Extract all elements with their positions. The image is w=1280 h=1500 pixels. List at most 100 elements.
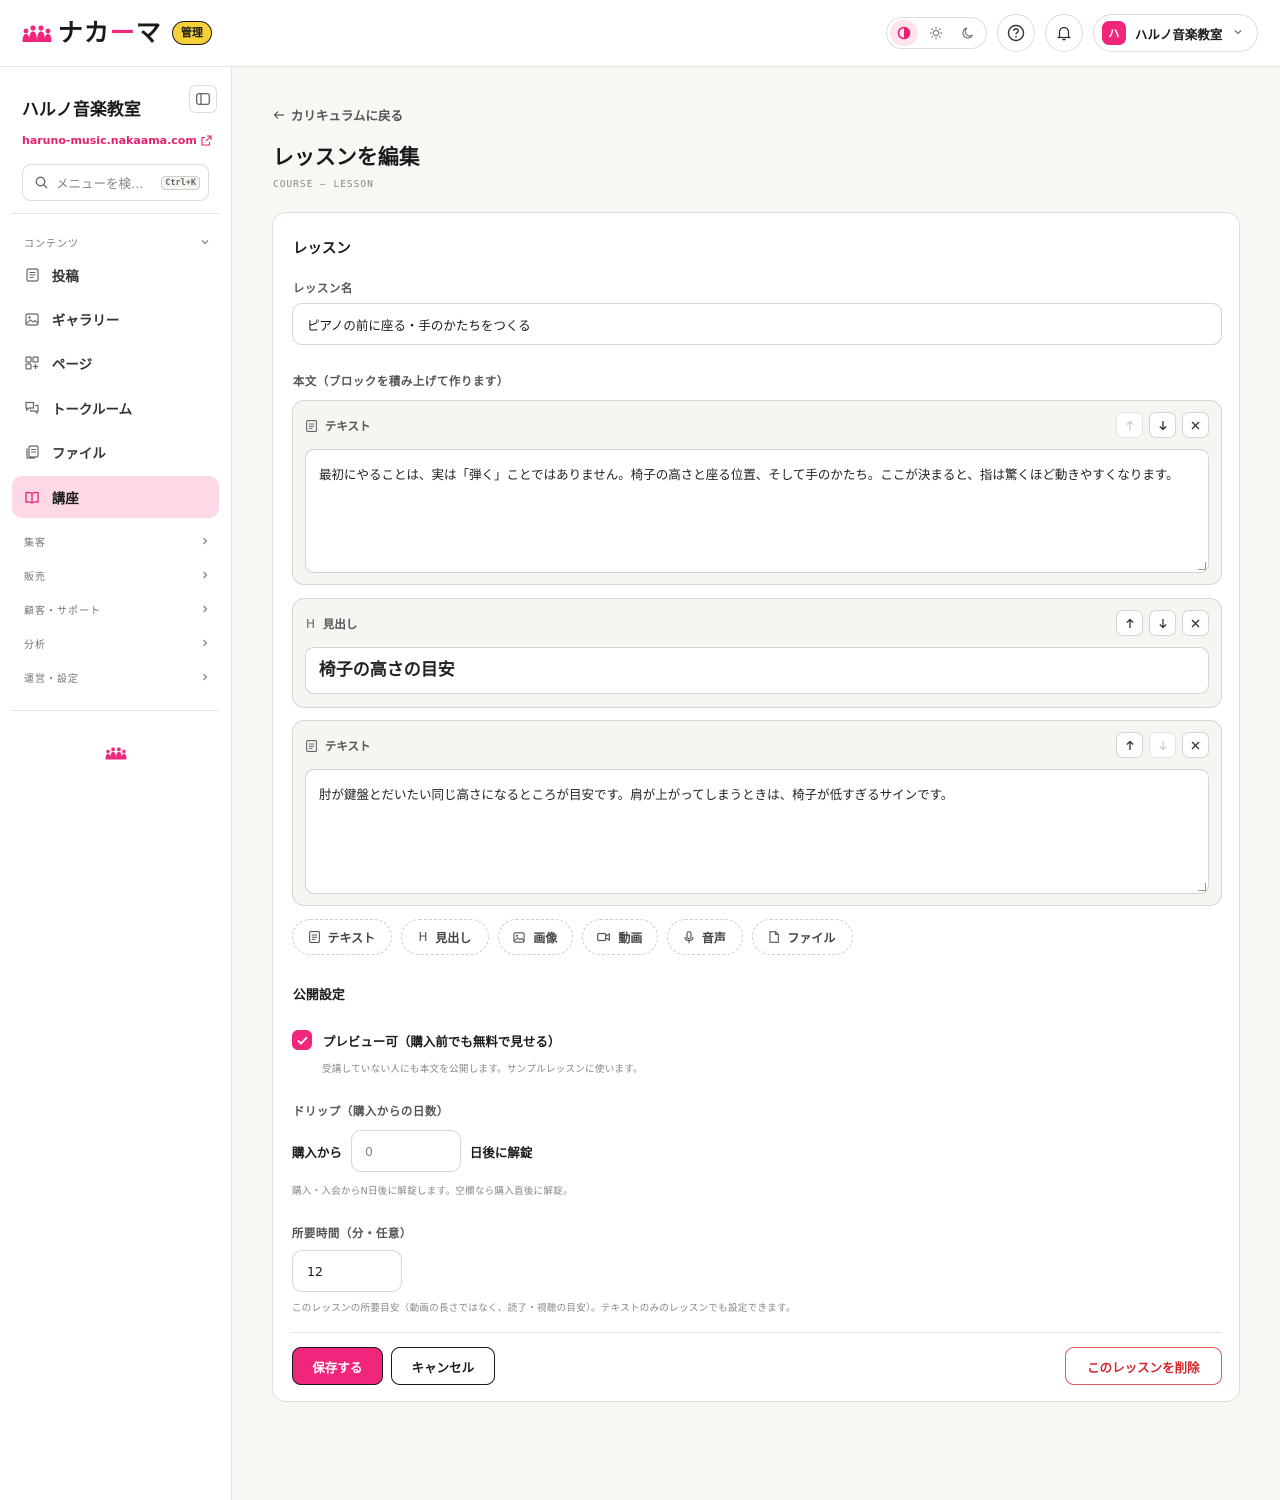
sidebar-panel-icon [196,93,210,105]
help-icon [1007,24,1025,42]
book-icon [25,490,39,504]
image-icon [513,931,526,943]
sidebar-item-posts[interactable]: 投稿 [12,254,219,296]
section-analytics[interactable]: 分析 [24,636,210,651]
drip-prefix: 購入から [292,1144,343,1160]
save-button[interactable]: 保存する [292,1347,383,1385]
add-text-block-button[interactable]: テキスト [292,919,392,955]
shortcut-badge: Ctrl+K [161,175,200,190]
page-subtitle: COURSE — LESSON [273,179,374,190]
checkmark-icon [296,1036,308,1045]
back-to-curriculum-link[interactable]: カリキュラムに戻る [273,105,403,124]
delete-lesson-button[interactable]: このレッスンを削除 [1065,1347,1222,1385]
move-down-button[interactable] [1149,610,1176,636]
drip-label: ドリップ（購入からの日数） [293,1104,449,1118]
files-icon [25,445,39,459]
resize-handle-icon[interactable] [1198,562,1206,570]
add-video-block-button[interactable]: 動画 [582,919,658,955]
arrow-down-icon [1158,420,1167,430]
section-customers-support[interactable]: 顧客・サポート [24,602,210,617]
chevron-right-icon [200,671,210,685]
move-up-button[interactable] [1116,610,1143,636]
drip-days-input[interactable]: 0 [351,1130,462,1172]
move-down-button[interactable] [1149,732,1176,758]
block-textarea[interactable]: 最初にやることは、実は「弾く」ことではありません。椅子の高さと座る位置、そして手… [305,449,1209,573]
preview-help-text: 受講していない人にも本文を公開します。サンプルレッスンに使います。 [322,1064,643,1075]
arrow-up-icon [1125,618,1134,628]
heading-input[interactable]: 椅子の高さの目安 [305,647,1209,694]
heading-icon: H [418,930,428,944]
content-block-text: テキスト 肘が鍵盤とだいたい同じ高さになるところが目安です。肩が上がってしまうと… [292,720,1222,906]
chevron-down-icon [1233,27,1243,40]
preview-option: プレビュー可（購入前でも無料で見せる） [292,1030,561,1050]
file-icon [769,931,780,943]
people-logo-icon [105,747,127,760]
chevron-right-icon [200,535,210,549]
app-logo[interactable]: ナカーマ 管理 [22,18,213,47]
document-icon [25,268,39,282]
external-link-icon [201,135,212,146]
chevron-right-icon [200,637,210,651]
bell-icon [1056,26,1072,41]
resize-handle-icon[interactable] [1198,883,1206,891]
moon-icon[interactable] [954,20,982,46]
duration-help-text: このレッスンの所要目安（動画の長さではなく、読了・視聴の目安）。テキストのみのレ… [292,1303,796,1314]
drip-field-row: 購入から 0 日後に解錠 [292,1130,533,1172]
add-heading-block-button[interactable]: H 見出し [401,919,489,955]
move-up-button[interactable] [1116,412,1143,438]
lesson-form-card: レッスン レッスン名 ピアノの前に座る・手のかたちをつくる 本文（ブロックを積み… [272,212,1240,1402]
close-icon [1191,741,1200,749]
section-sales[interactable]: 販売 [24,568,210,583]
admin-badge: 管理 [172,21,213,45]
help-button[interactable] [997,14,1035,52]
arrow-left-icon [273,110,284,119]
drip-help-text: 購入・入会からN日後に解錠します。空欄なら購入直後に解錠。 [292,1186,573,1197]
contrast-icon[interactable] [890,20,918,46]
close-icon [1191,619,1200,627]
remove-block-button[interactable] [1182,610,1209,636]
app-name: ナカーマ [58,18,163,47]
divider [292,1332,1222,1333]
sidebar-item-gallery[interactable]: ギャラリー [12,298,219,340]
close-icon [1191,421,1200,429]
account-menu[interactable]: ハ ハルノ音楽教室 [1093,14,1258,52]
add-image-block-button[interactable]: 画像 [498,919,573,955]
add-block-toolbar: テキスト H 見出し 画像 動画 音声 ファイル [292,919,853,955]
section-marketing[interactable]: 集客 [24,534,210,549]
pages-icon [25,356,39,370]
sidebar-item-courses[interactable]: 講座 [12,476,219,518]
page-title: レッスンを編集 [273,145,420,169]
divider [12,213,219,214]
sidebar-toggle-button[interactable] [189,85,217,113]
cancel-button[interactable]: キャンセル [391,1347,495,1385]
notifications-button[interactable] [1045,14,1083,52]
sun-icon[interactable] [922,20,950,46]
text-icon [306,420,317,432]
sidebar-item-pages[interactable]: ページ [12,342,219,384]
lesson-name-label: レッスン名 [293,281,353,295]
chevron-right-icon [200,603,210,617]
block-type-label: テキスト [306,418,371,434]
section-content-toggle[interactable]: コンテンツ [24,235,210,250]
move-up-button[interactable] [1116,732,1143,758]
section-operations-settings[interactable]: 運営・設定 [24,670,210,685]
drip-suffix: 日後に解錠 [470,1144,533,1160]
remove-block-button[interactable] [1182,732,1209,758]
duration-input[interactable]: 12 [292,1250,402,1292]
preview-checkbox[interactable] [292,1030,312,1050]
site-url-link[interactable]: haruno-music.nakaama.com [22,134,212,147]
sidebar-item-talkroom[interactable]: トークルーム [12,387,219,429]
add-file-block-button[interactable]: ファイル [752,919,853,955]
move-down-button[interactable] [1149,412,1176,438]
video-icon [597,932,611,942]
remove-block-button[interactable] [1182,412,1209,438]
sidebar-item-files[interactable]: ファイル [12,431,219,473]
block-textarea[interactable]: 肘が鍵盤とだいたい同じ高さになるところが目安です。肩が上がってしまうときは、椅子… [305,769,1209,894]
publish-settings-title: 公開設定 [293,988,346,1003]
lesson-name-input[interactable]: ピアノの前に座る・手のかたちをつくる [292,303,1222,345]
block-type-label: テキスト [306,738,371,754]
top-bar: ナカーマ 管理 ハ ハルノ音楽教室 [0,0,1280,67]
add-audio-block-button[interactable]: 音声 [667,919,743,955]
menu-search-input[interactable]: メニューを検… Ctrl+K [22,164,209,201]
preview-label[interactable]: プレビュー可（購入前でも無料で見せる） [323,1031,561,1050]
